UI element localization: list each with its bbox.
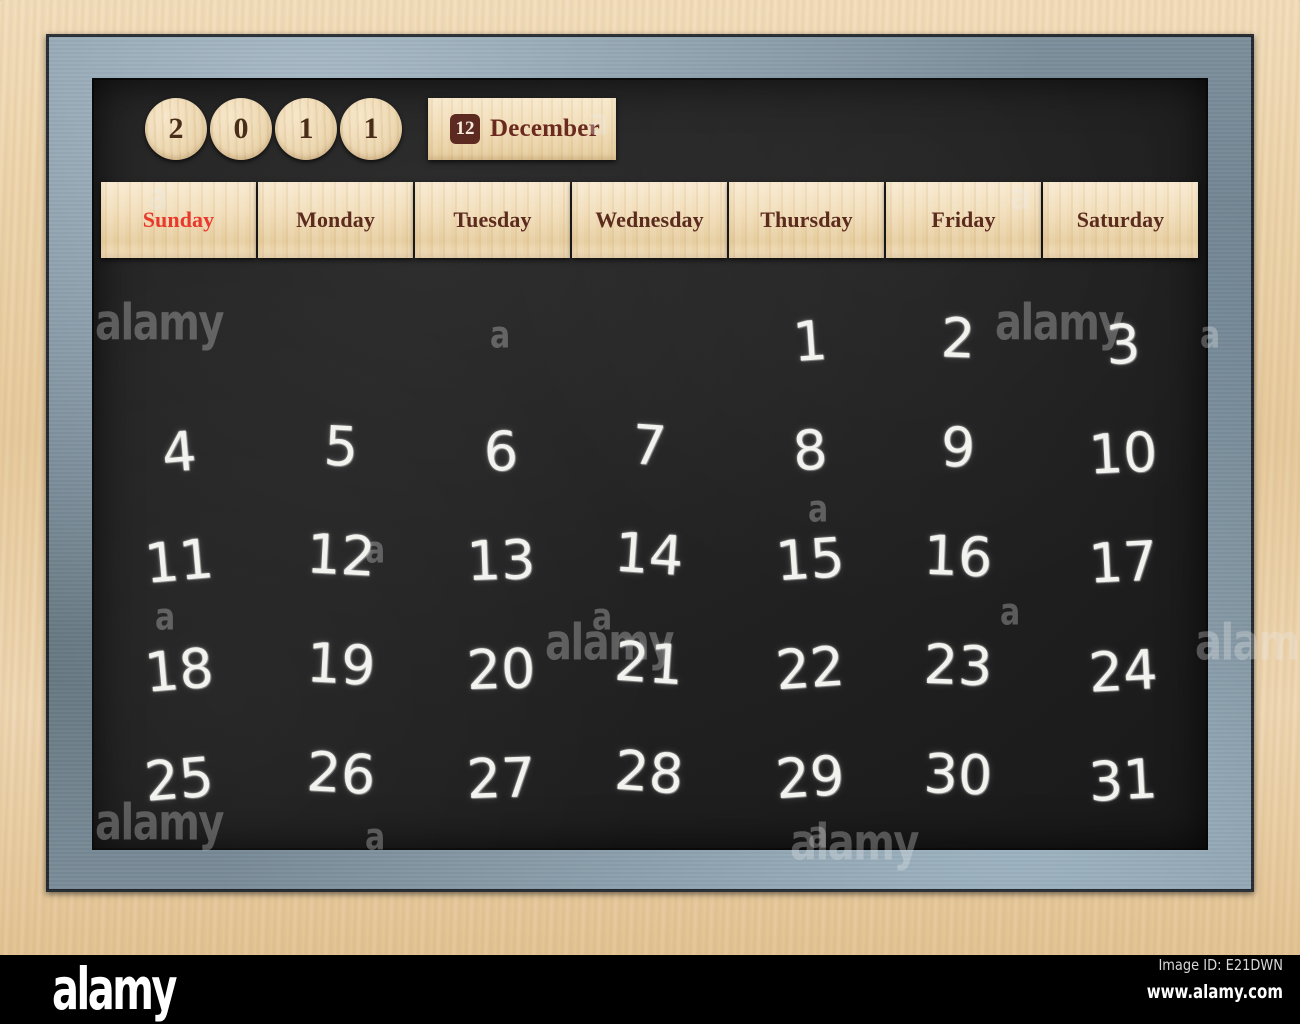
- alamy-logo: alamy: [52, 957, 177, 1024]
- image-id-label: Image ID: E21DWN: [1158, 957, 1283, 975]
- date-cell: 6: [482, 418, 520, 484]
- date-cell: 14: [612, 520, 686, 588]
- date-cell: 2: [939, 305, 977, 371]
- date-cell: 27: [465, 745, 537, 811]
- date-cell: 11: [141, 526, 216, 596]
- year-disc: 1: [340, 98, 402, 160]
- date-cell: 30: [922, 741, 994, 807]
- stock-photo-banner: alamy Image ID: E21DWN www.alamy.com: [0, 955, 1300, 1024]
- date-cell: 7: [629, 412, 669, 478]
- date-cell: 21: [612, 629, 686, 697]
- date-cell: 1: [790, 308, 830, 374]
- date-cell: 13: [465, 527, 537, 593]
- date-cell: 12: [305, 521, 377, 589]
- month-block: 12 December: [428, 98, 616, 160]
- date-cell: 3: [1104, 311, 1142, 377]
- calendar-date-grid: 1 2 3 4 5 6 7 8 9 10 11 12 13 14 15 16 17 18 19 20 21 22 23 24 2…: [105, 285, 1197, 830]
- weekday-header-row: Sunday Monday Tuesday Wednesday Thursday…: [101, 182, 1198, 258]
- year-disc: 1: [275, 98, 337, 160]
- weekday-tile-monday: Monday: [258, 182, 413, 258]
- month-number-badge: 12: [450, 114, 480, 144]
- weekday-tile-friday: Friday: [886, 182, 1041, 258]
- date-cell: 4: [159, 419, 199, 485]
- screenshot-root: 2 0 1 1 12 December Sunday Monday Tuesda…: [0, 0, 1300, 1024]
- weekday-tile-saturday: Saturday: [1043, 182, 1198, 258]
- date-cell: 29: [773, 743, 847, 811]
- date-cell: 20: [465, 636, 537, 702]
- date-cell: 5: [322, 413, 360, 479]
- date-cell: 15: [773, 525, 847, 593]
- date-cell: 17: [1087, 528, 1159, 596]
- weekday-tile-tuesday: Tuesday: [415, 182, 570, 258]
- month-name-label: December: [490, 115, 600, 142]
- calendar-photo: 2 0 1 1 12 December Sunday Monday Tuesda…: [0, 0, 1300, 955]
- weekday-tile-thursday: Thursday: [729, 182, 884, 258]
- date-cell: 8: [790, 417, 830, 483]
- date-cell: 24: [1087, 637, 1159, 705]
- date-cell: 28: [612, 738, 686, 806]
- date-cell: 9: [939, 414, 977, 480]
- weekday-tile-sunday: Sunday: [101, 182, 256, 258]
- weekday-tile-wednesday: Wednesday: [572, 182, 727, 258]
- date-cell: 26: [305, 739, 377, 807]
- year-discs: 2 0 1 1: [145, 98, 402, 160]
- date-cell: 10: [1087, 419, 1159, 487]
- year-disc: 2: [145, 98, 207, 160]
- date-cell: 16: [922, 523, 994, 589]
- year-disc: 0: [210, 98, 272, 160]
- date-cell: 18: [141, 635, 216, 705]
- date-cell: 22: [773, 634, 847, 702]
- date-cell: 23: [922, 632, 994, 698]
- date-cell: 31: [1087, 746, 1159, 814]
- date-cell: 25: [141, 744, 216, 814]
- date-cell: 19: [305, 630, 377, 698]
- alamy-url-label: www.alamy.com: [1146, 981, 1283, 1003]
